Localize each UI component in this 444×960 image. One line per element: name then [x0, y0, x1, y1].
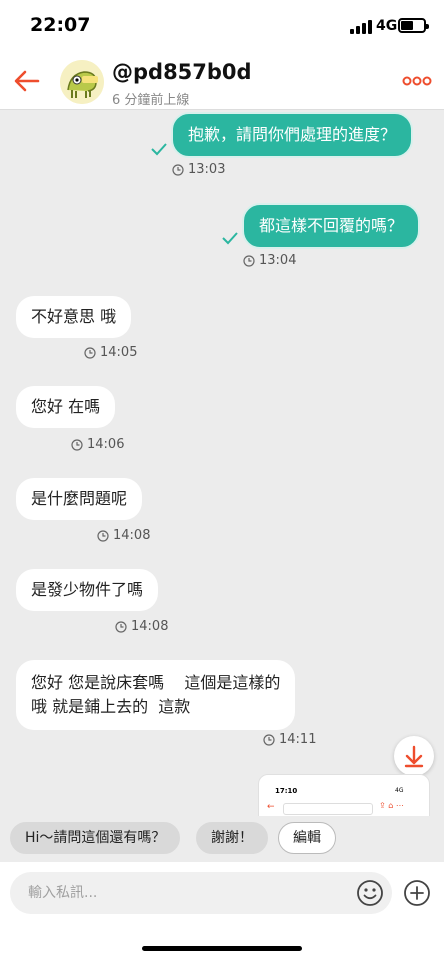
- message-time: 14:11: [279, 732, 317, 747]
- thumbnail-toolbar-icons: ⇪ ⌂ ⋯: [379, 801, 404, 810]
- read-check-icon: [151, 143, 167, 156]
- chat-message-list[interactable]: 抱歉，請問你們處理的進度？ 13:03 都這樣不回覆的嗎？ 13:04 不好意思…: [0, 110, 444, 816]
- avatar[interactable]: [60, 60, 104, 104]
- thumbnail-search-bar: [283, 803, 373, 815]
- read-check-icon: [222, 232, 238, 245]
- status-bar: 22:07 4G: [0, 0, 444, 52]
- clock-icon: [71, 438, 83, 451]
- message-time: 14:08: [113, 528, 151, 543]
- home-indicator: [142, 946, 302, 951]
- back-arrow-icon[interactable]: [10, 64, 44, 98]
- clock-icon: [115, 620, 127, 633]
- quick-replies-bar: Hi～請問這個還有嗎？ 謝謝！ 編輯: [0, 816, 444, 862]
- message-timestamp: 14:11: [263, 732, 316, 747]
- clock-icon: [97, 529, 109, 542]
- message-bubble-incoming[interactable]: 不好意思 哦: [16, 296, 132, 338]
- download-arrow-icon: [404, 745, 424, 768]
- message-time: 13:04: [259, 253, 297, 268]
- message-bubble-incoming[interactable]: 是發少物件了嗎: [16, 569, 159, 611]
- message-timestamp: 14:08: [97, 528, 150, 543]
- image-message-thumbnail[interactable]: 17:10 4G ← ⇪ ⌂ ⋯: [258, 774, 430, 816]
- message-bubble-outgoing[interactable]: 都這樣不回覆的嗎？: [242, 203, 421, 249]
- message-input[interactable]: [10, 872, 392, 914]
- message-bubble-outgoing[interactable]: 抱歉，請問你們處理的進度？: [171, 112, 414, 158]
- thumbnail-network: 4G: [395, 787, 404, 794]
- status-time: 22:07: [30, 14, 91, 36]
- signal-icon: [350, 20, 372, 34]
- chat-header: @pd857b0d 6 分鐘前上線: [0, 52, 444, 110]
- clock-icon: [263, 733, 275, 746]
- message-bubble-incoming[interactable]: 您好 您是說床套嗎 這個是這樣的 哦 就是鋪上去的 這款: [16, 660, 296, 730]
- last-seen-status: 6 分鐘前上線: [112, 93, 190, 108]
- message-timestamp: 14:08: [115, 619, 168, 634]
- message-timestamp: 13:04: [243, 253, 296, 268]
- emoji-icon[interactable]: [356, 879, 384, 907]
- clock-icon: [172, 163, 184, 176]
- message-timestamp: 14:05: [84, 345, 137, 360]
- message-time: 14:05: [100, 345, 138, 360]
- plus-icon[interactable]: [403, 879, 431, 907]
- chat-username: @pd857b0d: [112, 60, 252, 84]
- message-line: 您好 您是說床套嗎 這個是這樣的: [31, 673, 281, 692]
- more-options-icon[interactable]: [402, 74, 432, 88]
- message-input-bar: [0, 862, 444, 960]
- network-type: 4G: [376, 18, 398, 34]
- thumbnail-back-icon: ←: [267, 802, 275, 812]
- message-time: 14:06: [87, 437, 125, 452]
- message-time: 13:03: [188, 162, 226, 177]
- quick-reply-chip[interactable]: Hi～請問這個還有嗎？: [10, 822, 181, 854]
- message-bubble-incoming[interactable]: 您好 在嗎: [16, 386, 116, 428]
- quick-reply-chip[interactable]: 謝謝！: [196, 822, 268, 854]
- message-line: 哦 就是鋪上去的 這款: [31, 697, 191, 716]
- clock-icon: [84, 346, 96, 359]
- edit-quick-replies-button[interactable]: 編輯: [278, 822, 336, 854]
- thumbnail-time: 17:10: [275, 787, 298, 795]
- scroll-to-bottom-button[interactable]: [394, 736, 434, 776]
- message-bubble-incoming[interactable]: 是什麼問題呢: [16, 478, 143, 520]
- message-timestamp: 13:03: [172, 162, 225, 177]
- message-timestamp: 14:06: [71, 437, 124, 452]
- battery-icon: [398, 18, 429, 33]
- clock-icon: [243, 254, 255, 267]
- message-time: 14:08: [131, 619, 169, 634]
